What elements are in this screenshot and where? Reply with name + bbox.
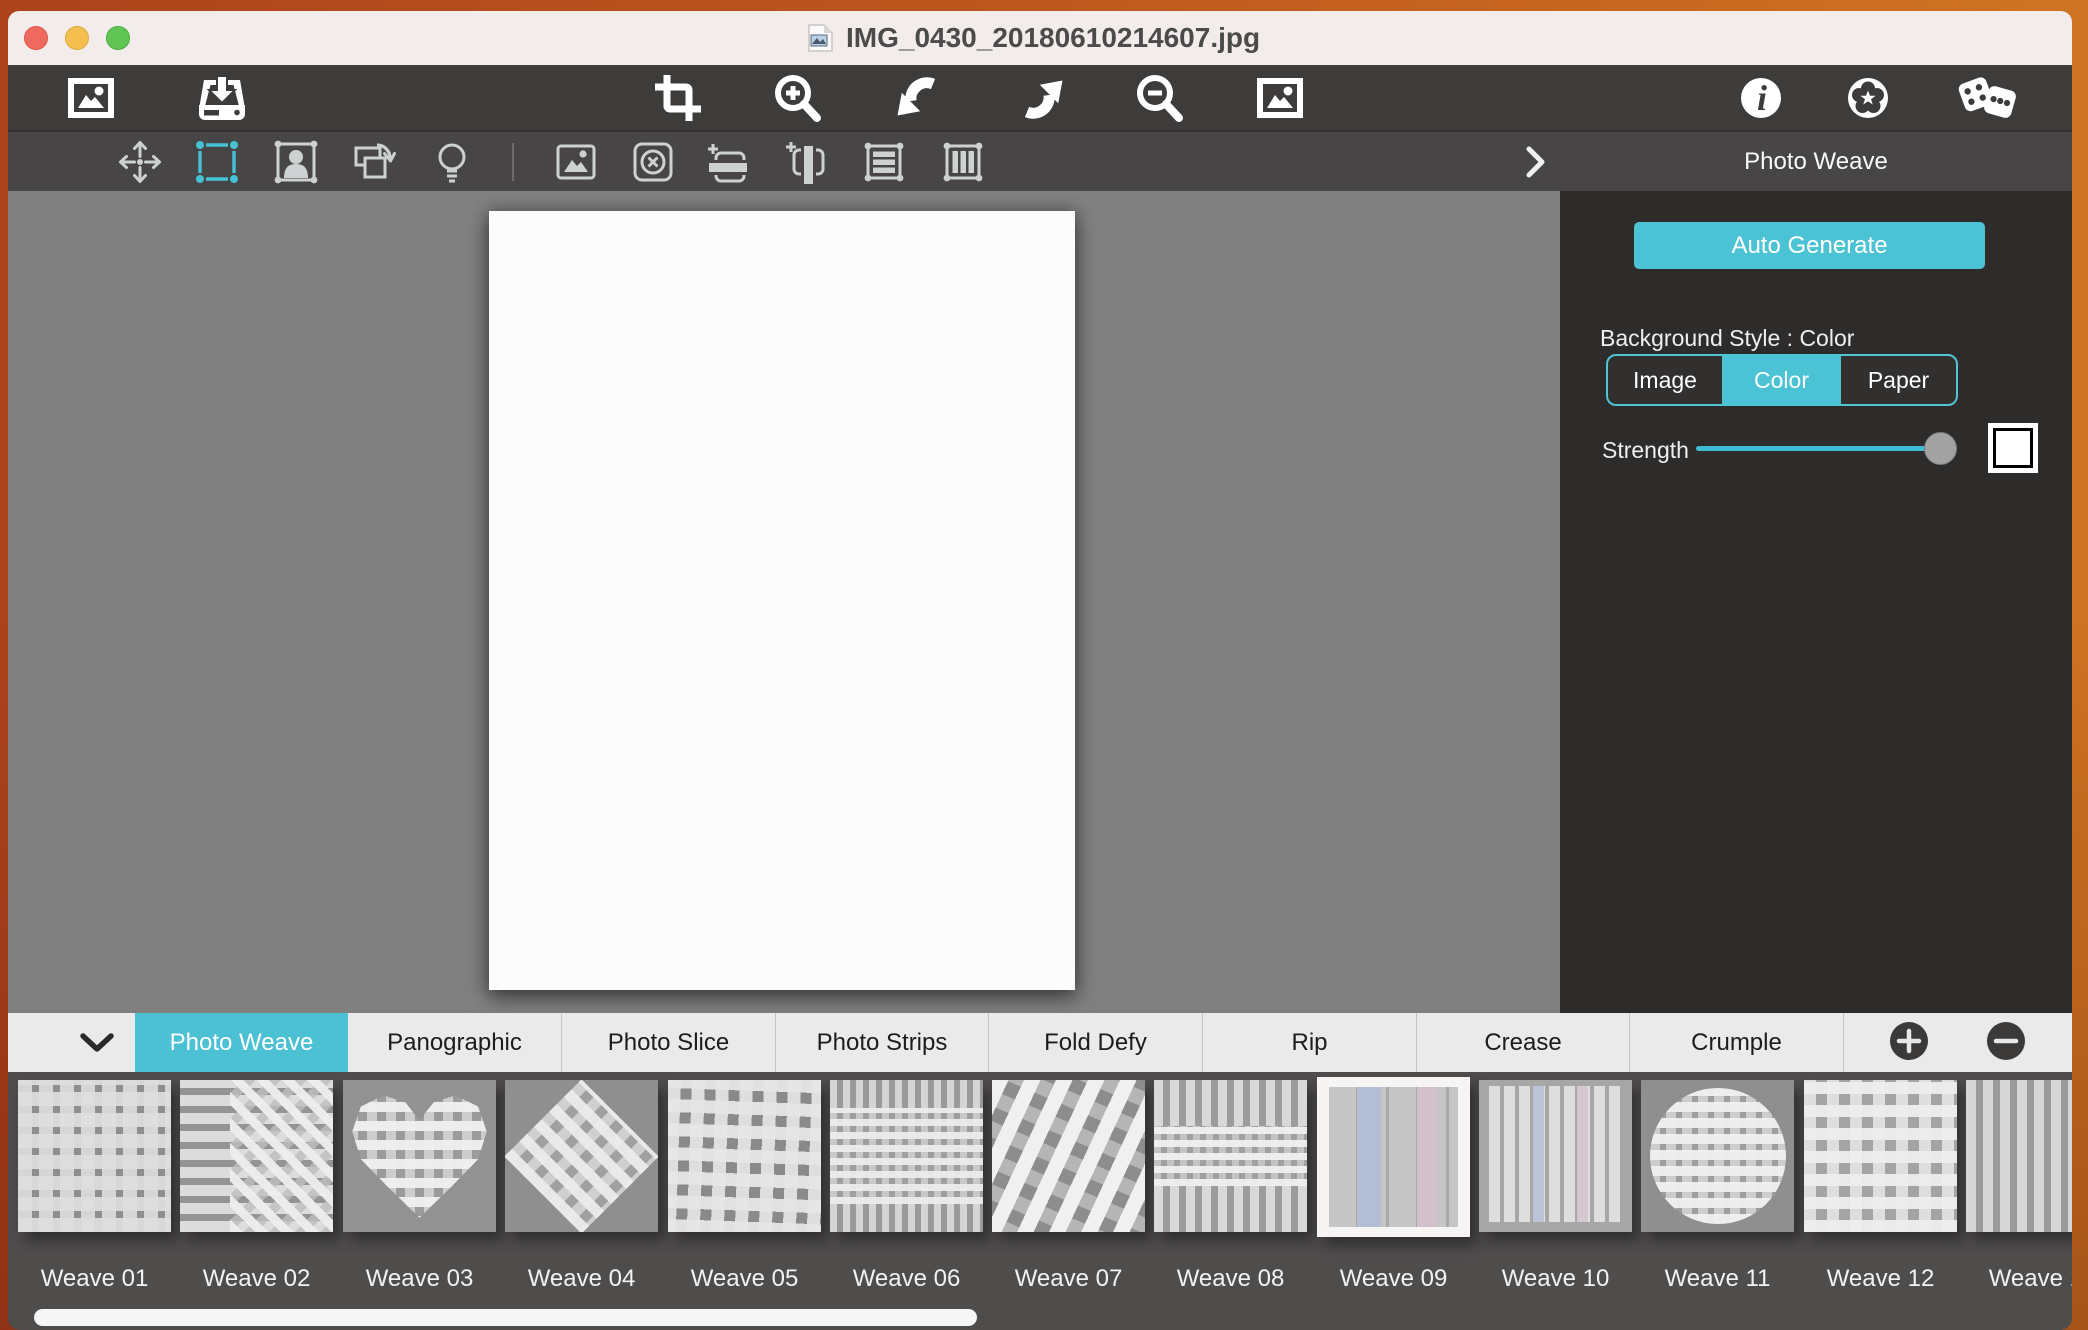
svg-text:i: i [1757, 78, 1767, 118]
